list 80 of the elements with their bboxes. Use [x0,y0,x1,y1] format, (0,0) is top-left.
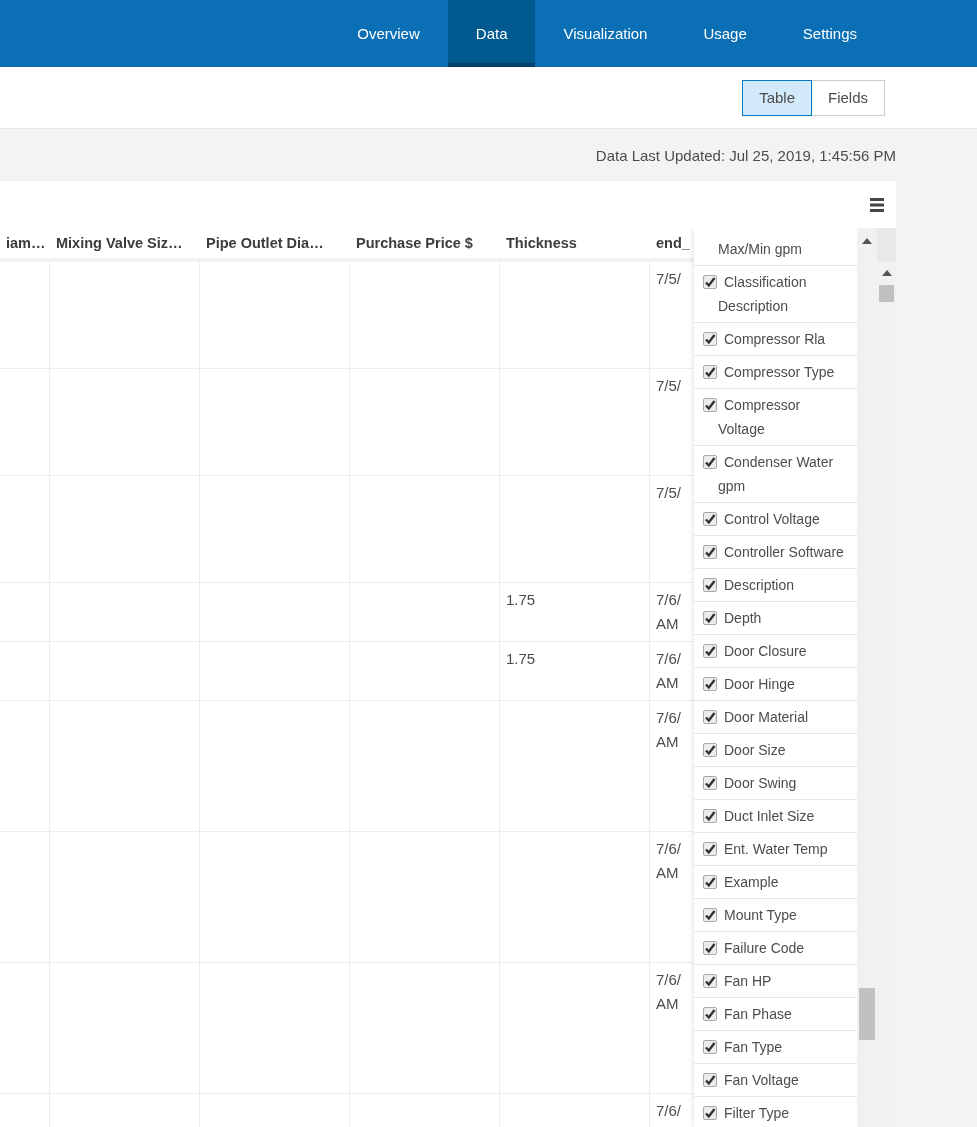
checkbox[interactable] [703,776,717,790]
field-label[interactable]: Failure Code [718,936,847,960]
menu-icon[interactable] [870,197,884,212]
checkbox[interactable] [703,455,717,469]
last-updated-text: Data Last Updated: Jul 25, 2019, 1:45:56 PM [595,146,896,164]
column-header[interactable]: Purchase Price $ [350,228,500,258]
nav-tab[interactable]: Data [447,0,536,67]
column-header[interactable]: iam… [0,228,50,258]
column-header[interactable]: Pipe Outlet Dia… [200,228,350,258]
checkbox[interactable] [703,743,717,757]
checkbox[interactable] [703,275,717,289]
table-cell: 7/6/ AM [656,709,682,750]
checkbox[interactable] [703,842,717,856]
field-label[interactable]: Example [718,870,847,894]
checkbox[interactable] [703,875,717,889]
field-label[interactable]: Max/Min gpm [718,237,847,261]
field-label[interactable]: Compressor Type [718,360,847,384]
checkbox[interactable] [703,545,717,559]
table-cell: 7/5/ [656,377,682,394]
checkbox[interactable] [703,578,717,592]
scrollbar-thumb[interactable] [859,988,875,1040]
checkbox[interactable] [703,809,717,823]
field-label[interactable]: Door Closure [718,639,847,663]
table-cell: 7/6/ AM [656,650,682,691]
field-label[interactable]: Mount Type [718,903,847,927]
table-cell: 7/5/ [656,270,682,287]
field-label[interactable]: Condenser Water gpm [718,450,847,498]
view-toggle-button[interactable]: Fields [811,79,885,116]
field-label[interactable]: Depth [718,606,847,630]
checkbox[interactable] [703,644,717,658]
field-label[interactable]: Door Size [718,738,847,762]
column-header[interactable]: end_ [650,228,694,258]
table-cell: 7/6/ AM [656,591,682,632]
nav-tab[interactable]: Usage [675,0,775,67]
table-cell: 7/6/ [656,1102,682,1119]
nav-tab[interactable]: Settings [774,0,885,67]
scroll-up-arrow-icon[interactable] [862,238,872,244]
scrollbar-thumb[interactable] [879,285,894,302]
column-header[interactable]: Thickness [500,228,650,258]
field-label[interactable]: Description [718,573,847,597]
checkbox[interactable] [703,1106,717,1120]
checkbox[interactable] [703,710,717,724]
column-header[interactable]: Mixing Valve Siz… [50,228,200,258]
table-cell: 7/6/ AM [656,971,682,1012]
field-label[interactable]: Door Hinge [718,672,847,696]
field-label[interactable]: Duct Inlet Size [718,804,847,828]
field-label[interactable]: Classification Description [718,270,847,318]
checkbox[interactable] [703,332,717,346]
field-label[interactable]: Door Swing [718,771,847,795]
nav-tab[interactable]: Overview [329,0,448,67]
checkbox[interactable] [703,398,717,412]
table-cell: 1.75 [506,591,536,608]
checkbox[interactable] [703,974,717,988]
field-label[interactable]: Fan Phase [718,1002,847,1026]
nav-tab[interactable]: Visualization [535,0,676,67]
checkbox[interactable] [703,1073,717,1087]
field-label[interactable]: Ent. Water Temp [718,837,847,861]
checkbox[interactable] [703,365,717,379]
table-cell: 1.75 [506,650,536,667]
table-cell: 7/6/ AM [656,840,682,881]
field-label[interactable]: Fan Voltage [718,1068,847,1092]
field-label[interactable]: Filter Type [718,1101,847,1125]
checkbox[interactable] [703,512,717,526]
field-label[interactable]: Control Voltage [718,507,847,531]
view-toggle-button[interactable]: Table [742,79,812,116]
field-label[interactable]: Compressor Voltage [718,393,847,441]
checkbox[interactable] [703,677,717,691]
scroll-up-arrow-icon[interactable] [881,270,892,276]
checkbox[interactable] [703,1007,717,1021]
scrollbar-track[interactable] [857,228,877,1127]
field-label[interactable]: Fan Type [718,1035,847,1059]
field-label[interactable]: Fan HP [718,969,847,993]
checkbox[interactable] [703,941,717,955]
field-label[interactable]: Door Material [718,705,847,729]
checkbox[interactable] [703,1040,717,1054]
checkbox[interactable] [703,611,717,625]
table-cell: 7/5/ [656,484,682,501]
checkbox[interactable] [703,908,717,922]
field-label[interactable]: Compressor Rla [718,327,847,351]
field-label[interactable]: Controller Software [718,540,847,564]
